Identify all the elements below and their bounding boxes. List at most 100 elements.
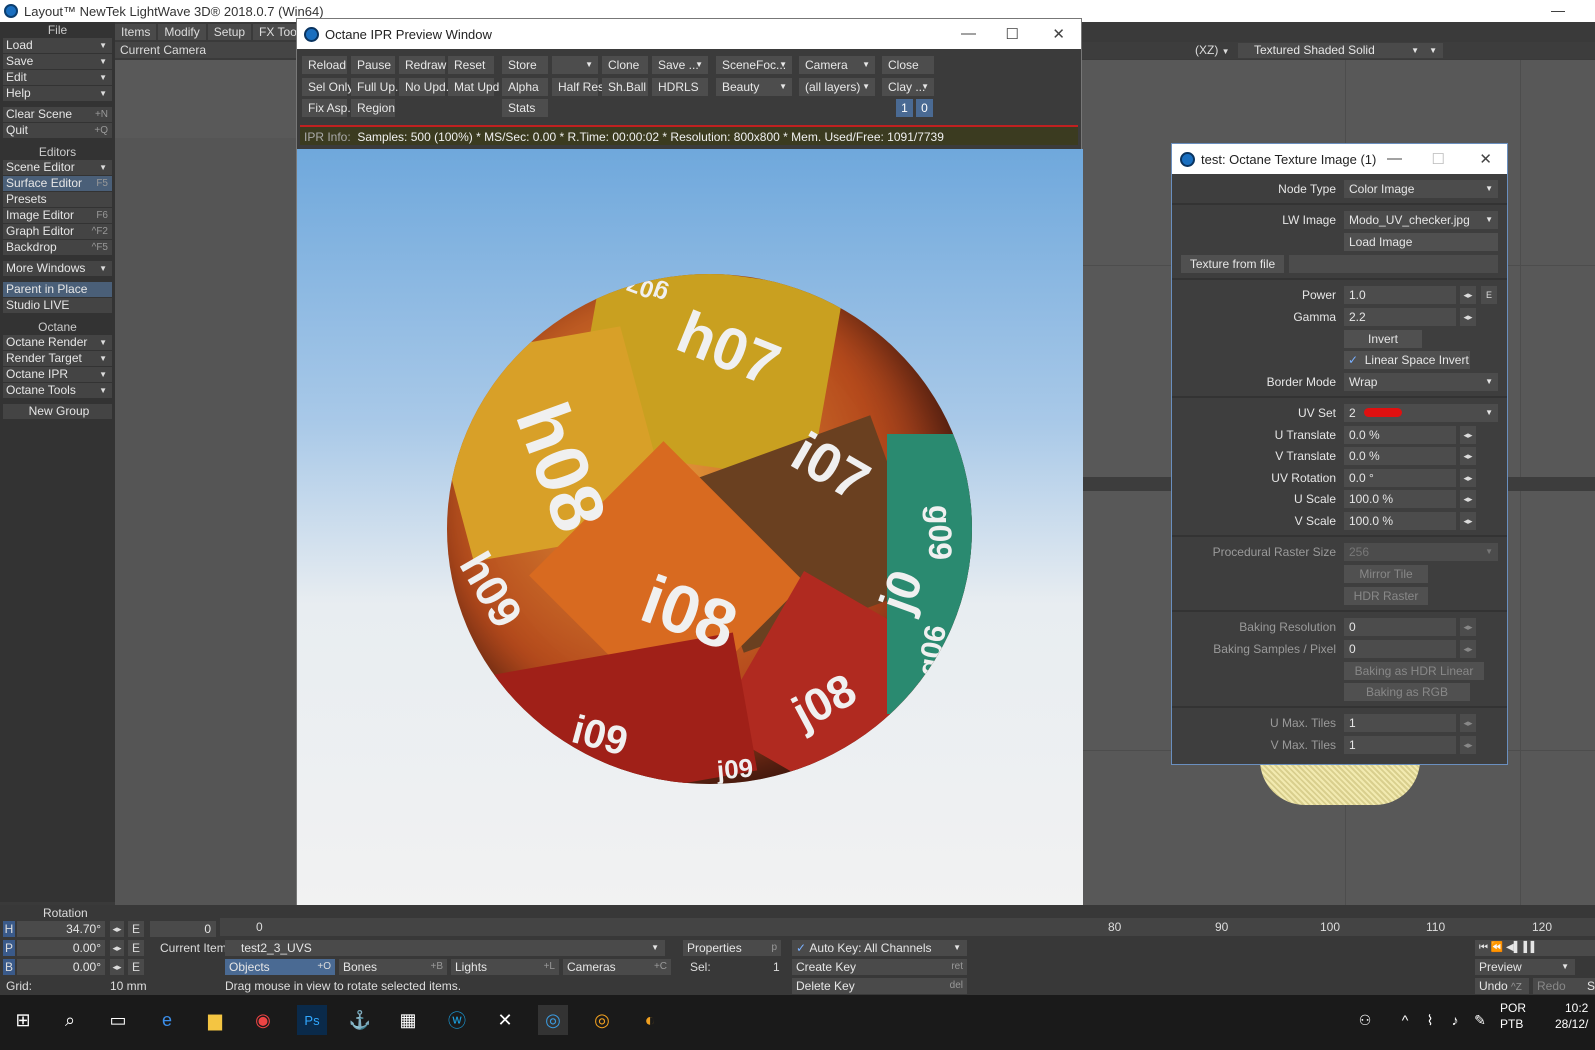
new-group-button[interactable]: New Group bbox=[3, 404, 112, 419]
left-viewport[interactable] bbox=[115, 60, 297, 138]
undo-button[interactable]: Undo ^Z bbox=[1475, 978, 1529, 994]
pitch-input[interactable]: 0.00° bbox=[17, 940, 105, 956]
spinner-icon[interactable]: ◂▸ bbox=[1460, 512, 1476, 530]
linear-space-invert-checkbox[interactable]: ✓ Linear Space Invert bbox=[1344, 351, 1470, 369]
search-icon[interactable]: ⌕ bbox=[55, 1005, 85, 1035]
create-key-button[interactable]: Create Key ret bbox=[792, 959, 967, 975]
save-button[interactable]: Save ▼ bbox=[3, 54, 112, 69]
counter-1-button[interactable]: 1 bbox=[896, 99, 913, 117]
close-button[interactable]: ✕ bbox=[1479, 150, 1492, 168]
gamma-input[interactable]: 2.2 bbox=[1344, 308, 1456, 326]
scene-editor-button[interactable]: Scene Editor ▼ bbox=[3, 160, 112, 175]
clone-button[interactable]: Clone bbox=[602, 56, 648, 74]
task-view-icon[interactable]: ▭ bbox=[103, 1005, 133, 1035]
invert-checkbox[interactable]: Invert bbox=[1344, 330, 1422, 348]
playback-controls[interactable]: ⏮ ⏪ ◀▌ ▌▌ bbox=[1475, 940, 1595, 956]
store-slot-select[interactable]: ▼ bbox=[552, 56, 598, 74]
maximize-button[interactable]: ☐ bbox=[1006, 25, 1019, 43]
quit-button[interactable]: Quit +Q bbox=[3, 123, 112, 138]
baking-resolution-input[interactable]: 0 bbox=[1344, 618, 1456, 636]
hdrls-button[interactable]: HDRLS bbox=[652, 78, 708, 96]
shader-ball-button[interactable]: Sh.Ball bbox=[602, 78, 648, 96]
keyboard-layout[interactable]: PTB bbox=[1500, 1016, 1523, 1032]
pitch-channel-label[interactable]: P bbox=[3, 940, 15, 956]
v-max-tiles-input[interactable]: 1 bbox=[1344, 736, 1456, 754]
render-view[interactable]: h07 i07 h08 i08 j08 i09 j09 g06 g09 g07 … bbox=[297, 149, 1083, 934]
edit-button[interactable]: Edit ▼ bbox=[3, 70, 112, 85]
reset-button[interactable]: Reset bbox=[448, 56, 494, 74]
region-button[interactable]: Region bbox=[351, 99, 395, 117]
app-w-icon[interactable]: ⓦ bbox=[442, 1005, 472, 1035]
v-translate-input[interactable]: 0.0 % bbox=[1344, 447, 1456, 465]
corsair-icon[interactable]: ⚓ bbox=[345, 1005, 375, 1035]
u-scale-input[interactable]: 100.0 % bbox=[1344, 490, 1456, 508]
uv-set-select[interactable]: 2 ▼ bbox=[1344, 404, 1498, 422]
heading-input[interactable]: 34.70° bbox=[17, 921, 105, 937]
people-icon[interactable]: ⚇ bbox=[1350, 1005, 1380, 1035]
current-camera-label[interactable]: Current Camera bbox=[115, 42, 297, 58]
more-windows-button[interactable]: More Windows ▼ bbox=[3, 261, 112, 276]
ipr-close-button[interactable]: Close bbox=[882, 56, 934, 74]
close-button[interactable]: ✕ bbox=[1052, 25, 1065, 43]
clock-date[interactable]: 28/12/ bbox=[1555, 1016, 1588, 1032]
octane-tools-button[interactable]: Octane Tools ▼ bbox=[3, 383, 112, 398]
minimize-button[interactable]: — bbox=[961, 25, 976, 42]
texture-path-field[interactable] bbox=[1289, 255, 1498, 273]
timeline-slider[interactable]: 0 80 90 100 110 120 bbox=[220, 918, 1595, 936]
spinner-icon[interactable]: ◂▸ bbox=[110, 940, 124, 956]
envelope-button[interactable]: E bbox=[1481, 286, 1497, 304]
tab-setup[interactable]: Setup bbox=[207, 24, 252, 40]
spinner-icon[interactable]: ◂▸ bbox=[1460, 286, 1476, 304]
edge-icon[interactable]: e bbox=[152, 1005, 182, 1035]
file-explorer-icon[interactable]: ▆ bbox=[200, 1005, 230, 1035]
tab-items[interactable]: Items bbox=[115, 24, 157, 40]
language-code[interactable]: POR bbox=[1500, 1000, 1526, 1016]
presets-button[interactable]: Presets bbox=[3, 192, 112, 207]
photoshop-icon[interactable]: Ps bbox=[297, 1005, 327, 1035]
lw-image-select[interactable]: Modo_UV_checker.jpg ▼ bbox=[1344, 211, 1498, 229]
mat-update-button[interactable]: Mat Upd bbox=[448, 78, 499, 96]
half-res-button[interactable]: Half Res bbox=[552, 78, 604, 96]
sel-only-button[interactable]: Sel Only bbox=[302, 78, 353, 96]
scene-focus-select[interactable]: SceneFoc... ▼ bbox=[716, 56, 792, 74]
spinner-icon[interactable]: ◂▸ bbox=[1460, 308, 1476, 326]
current-frame-input[interactable]: 0 bbox=[150, 921, 216, 937]
app-icon[interactable]: ◐ bbox=[635, 1005, 665, 1035]
alpha-button[interactable]: Alpha bbox=[502, 78, 548, 96]
lightwave-modeler-icon[interactable]: ◎ bbox=[587, 1005, 617, 1035]
windows-start-icon[interactable]: ⊞ bbox=[8, 1005, 38, 1035]
baking-samples-input[interactable]: 0 bbox=[1344, 640, 1456, 658]
reload-button[interactable]: Reload bbox=[302, 56, 347, 74]
camera-select[interactable]: Camera ▼ bbox=[799, 56, 875, 74]
app-icon[interactable]: ✕ bbox=[490, 1005, 520, 1035]
bones-button[interactable]: Bones +B bbox=[339, 959, 447, 975]
spinner-icon[interactable]: ◂▸ bbox=[1460, 426, 1476, 444]
studio-live-button[interactable]: Studio LIVE bbox=[3, 298, 112, 313]
stats-button[interactable]: Stats bbox=[502, 99, 548, 117]
bank-input[interactable]: 0.00° bbox=[17, 959, 105, 975]
counter-0-button[interactable]: 0 bbox=[916, 99, 933, 117]
octane-render-button[interactable]: Octane Render ▼ bbox=[3, 335, 112, 350]
surface-editor-button[interactable]: Surface Editor F5 bbox=[3, 176, 112, 191]
u-max-tiles-input[interactable]: 1 bbox=[1344, 714, 1456, 732]
heading-channel-label[interactable]: H bbox=[3, 921, 15, 937]
load-image-button[interactable]: Load Image bbox=[1344, 233, 1498, 251]
bank-channel-label[interactable]: B bbox=[3, 959, 15, 975]
power-input[interactable]: 1.0 bbox=[1344, 286, 1456, 304]
v-scale-input[interactable]: 100.0 % bbox=[1344, 512, 1456, 530]
pause-button[interactable]: Pause bbox=[351, 56, 395, 74]
spinner-icon[interactable]: ◂▸ bbox=[110, 959, 124, 975]
graph-editor-button[interactable]: Graph Editor ^F2 bbox=[3, 224, 112, 239]
minimize-button[interactable]: — bbox=[1387, 150, 1402, 167]
preview-select[interactable]: Preview ▼ bbox=[1475, 959, 1575, 975]
octane-ipr-button[interactable]: Octane IPR ▼ bbox=[3, 367, 112, 382]
save-select[interactable]: Save ... ▼ bbox=[652, 56, 708, 74]
spinner-icon[interactable]: ◂▸ bbox=[1460, 490, 1476, 508]
full-update-button[interactable]: Full Up... bbox=[351, 78, 405, 96]
help-button[interactable]: Help ▼ bbox=[3, 86, 112, 101]
step-button[interactable]: Ste bbox=[1583, 978, 1595, 994]
bank-envelope-button[interactable]: E bbox=[128, 959, 144, 975]
view-axis-select[interactable]: (XZ) ▼ bbox=[1195, 42, 1233, 59]
properties-button[interactable]: Properties p bbox=[683, 940, 781, 956]
parent-in-place-button[interactable]: Parent in Place bbox=[3, 282, 112, 297]
